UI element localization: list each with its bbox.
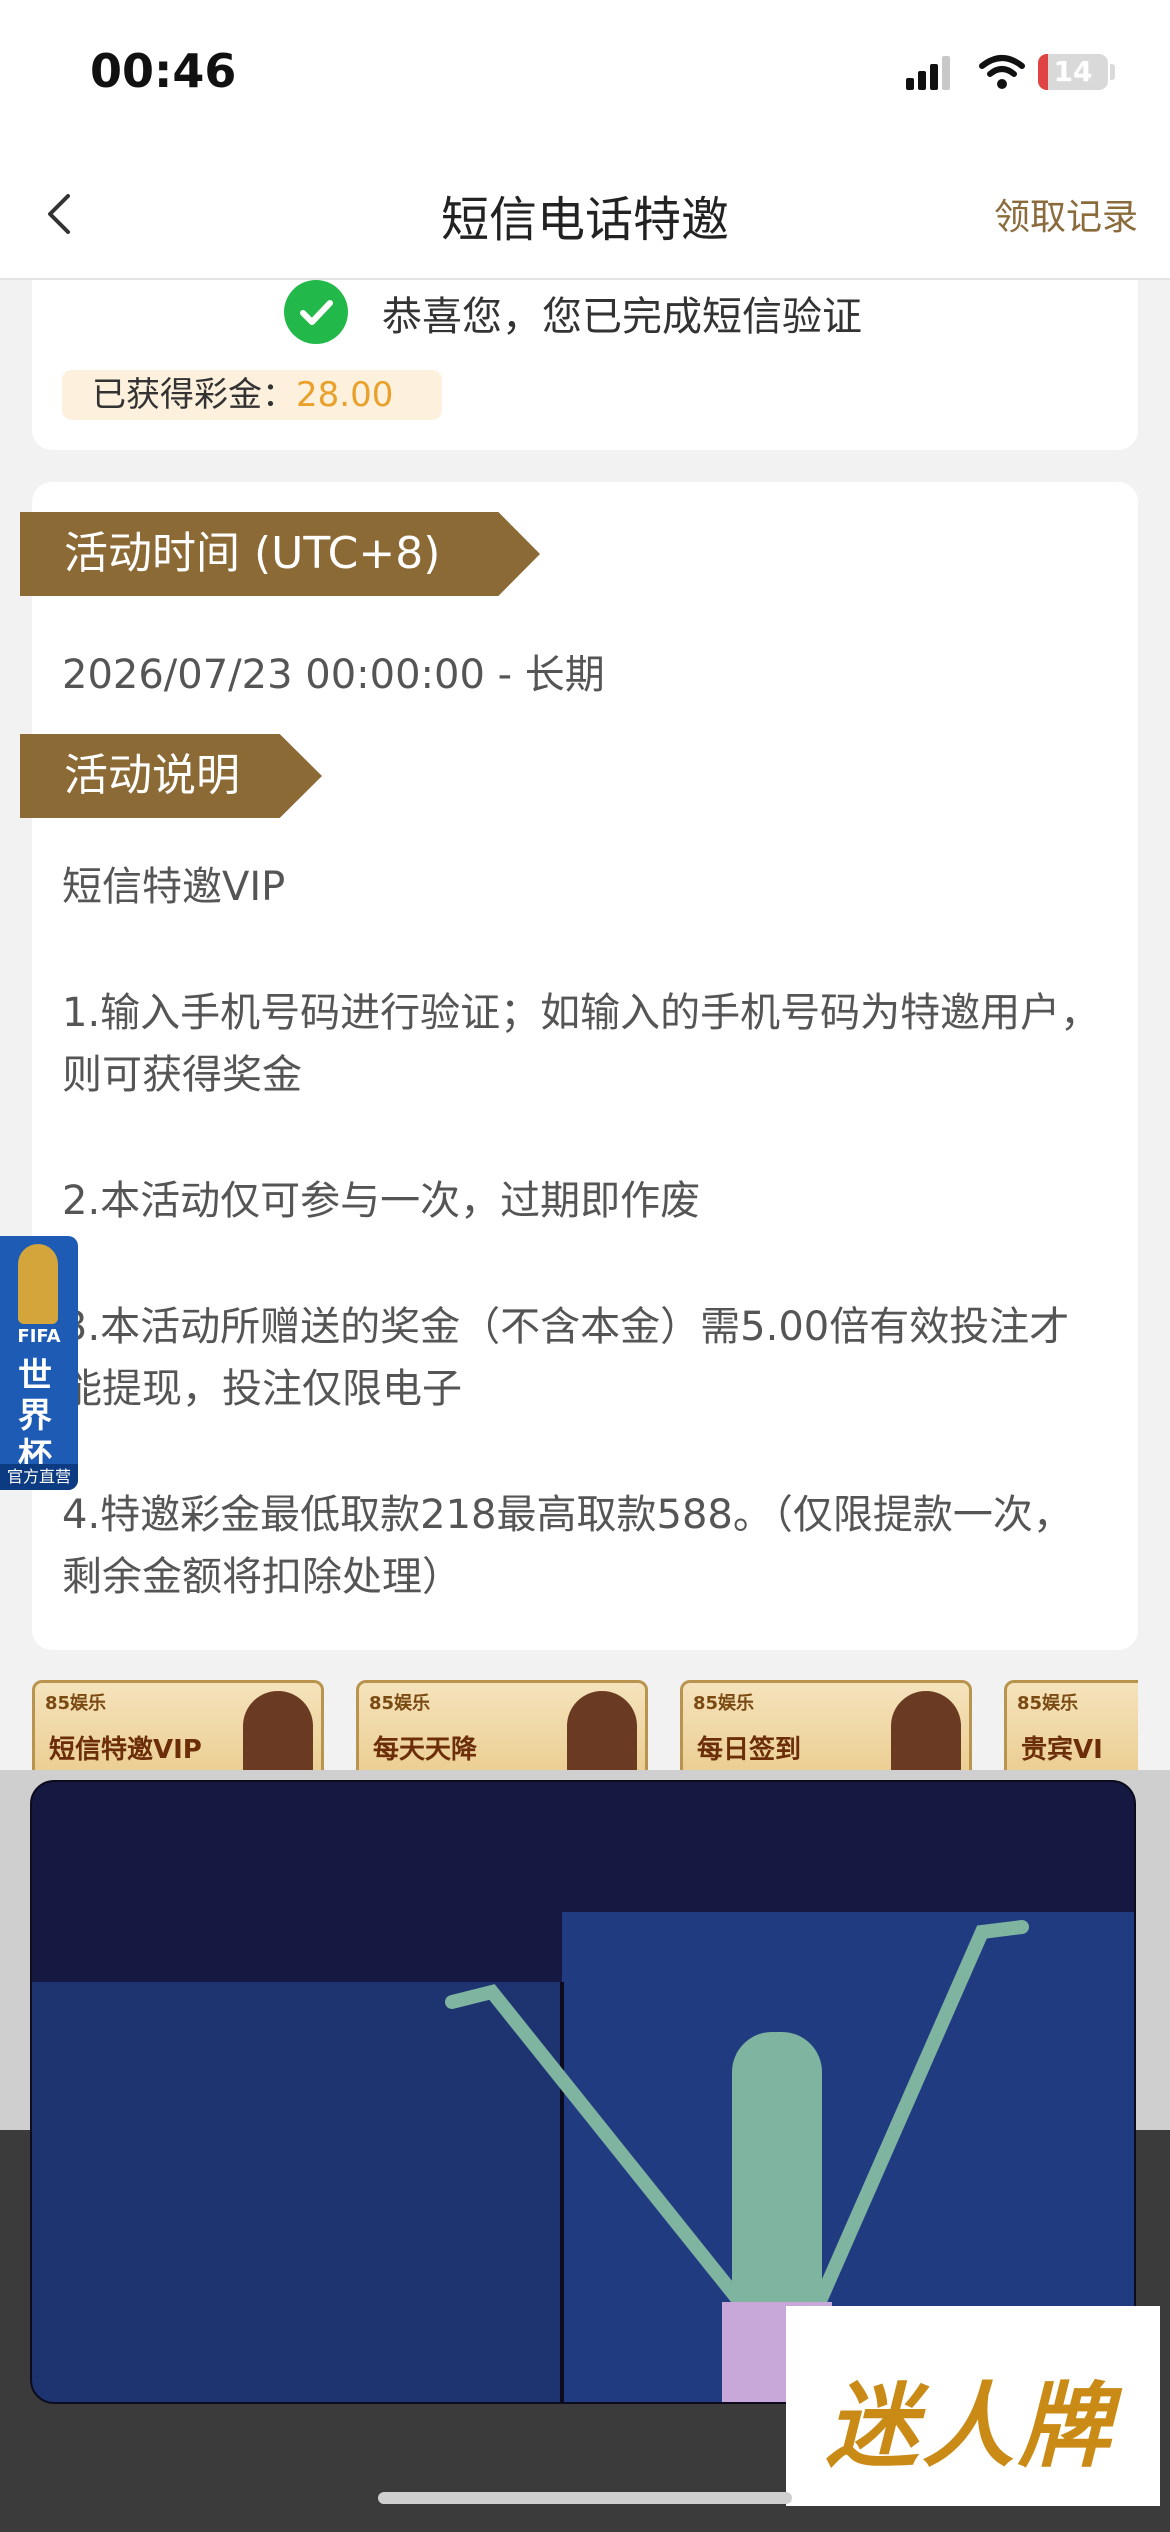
status-bar: 00:46 14 [0,0,1170,150]
banner-brand: 85娱乐 [693,1693,755,1714]
world-cup-label: 世界杯 [18,1356,52,1476]
banner-model-image [243,1691,313,1770]
desc-line: 3.本活动所赠送的奖金（不含本金）需5.00倍有效投注才能提现，投注仅限电子 [62,1304,1070,1412]
promo-banner[interactable]: 85娱乐 贵宾VI [1004,1680,1138,1770]
banner-model-image [567,1691,637,1770]
claim-records-link[interactable]: 领取记录 [994,188,1138,240]
promo-banner-strip: 85娱乐 短信特邀VIP 85娱乐 每天天降 85娱乐 每日签到 85娱乐 贵宾… [32,1680,1138,1770]
promo-banner[interactable]: 85娱乐 每天天降 [356,1680,648,1770]
logo-text: 迷人牌 [826,2373,1115,2480]
banner-title: 每日签到 [697,1735,802,1765]
home-indicator[interactable] [378,2492,792,2504]
official-label: 官方直营 [0,1464,78,1490]
banner-model-image [891,1691,961,1770]
earned-label: 已获得彩金： [92,375,296,415]
battery-percent: 14 [1053,55,1093,88]
earned-badge: 已获得彩金：28.00 [62,370,442,420]
desc-line: 2.本活动仅可参与一次，过期即作废 [62,1178,701,1224]
world-cup-float-ad[interactable]: FIFA 世界杯 官方直营 [0,1236,78,1490]
verification-message: 恭喜您，您已完成短信验证 [382,294,862,340]
verification-card: 恭喜您，您已完成短信验证 已获得彩金：28.00 [32,280,1138,450]
brand-logo: 迷人牌 [786,2306,1160,2506]
promo-banner[interactable]: 85娱乐 短信特邀VIP [32,1680,324,1770]
desc-line: 4.特邀彩金最低取款218最高取款588。（仅限提款一次，剩余金额将扣除处理） [62,1492,1073,1600]
activity-time-heading: 活动时间 (UTC+8) [20,512,540,596]
activity-desc-heading: 活动说明 [20,734,322,818]
banner-brand: 85娱乐 [1017,1693,1079,1714]
desc-line: 短信特邀VIP [62,864,286,910]
status-time: 00:46 [90,44,237,98]
trophy-icon [18,1244,58,1324]
promo-banner[interactable]: 85娱乐 每日签到 [680,1680,972,1770]
activity-time-range: 2026/07/23 00:00:00 - 长期 [62,652,605,698]
activity-description: 短信特邀VIP 1.输入手机号码进行验证；如输入的手机号码为特邀用户，则可获得奖… [62,856,1102,1672]
banner-title: 贵宾VI [1021,1735,1103,1765]
wifi-icon [979,55,1025,89]
nav-bar: 短信电话特邀 领取记录 [0,150,1170,280]
check-circle-icon [284,280,348,344]
desc-line: 1.输入手机号码进行验证；如输入的手机号码为特邀用户，则可获得奖金 [62,990,1101,1098]
banner-title: 短信特邀VIP [49,1735,202,1765]
banner-brand: 85娱乐 [45,1693,107,1714]
banner-brand: 85娱乐 [369,1693,431,1714]
earned-amount: 28.00 [296,375,394,415]
battery-tip [1110,64,1115,80]
activity-card: 活动时间 (UTC+8) 2026/07/23 00:00:00 - 长期 活动… [20,482,1138,1650]
battery-icon: 14 [1038,54,1108,90]
fifa-label: FIFA [17,1326,61,1347]
banner-title: 每天天降 [373,1735,478,1765]
signal-icon [906,56,950,90]
